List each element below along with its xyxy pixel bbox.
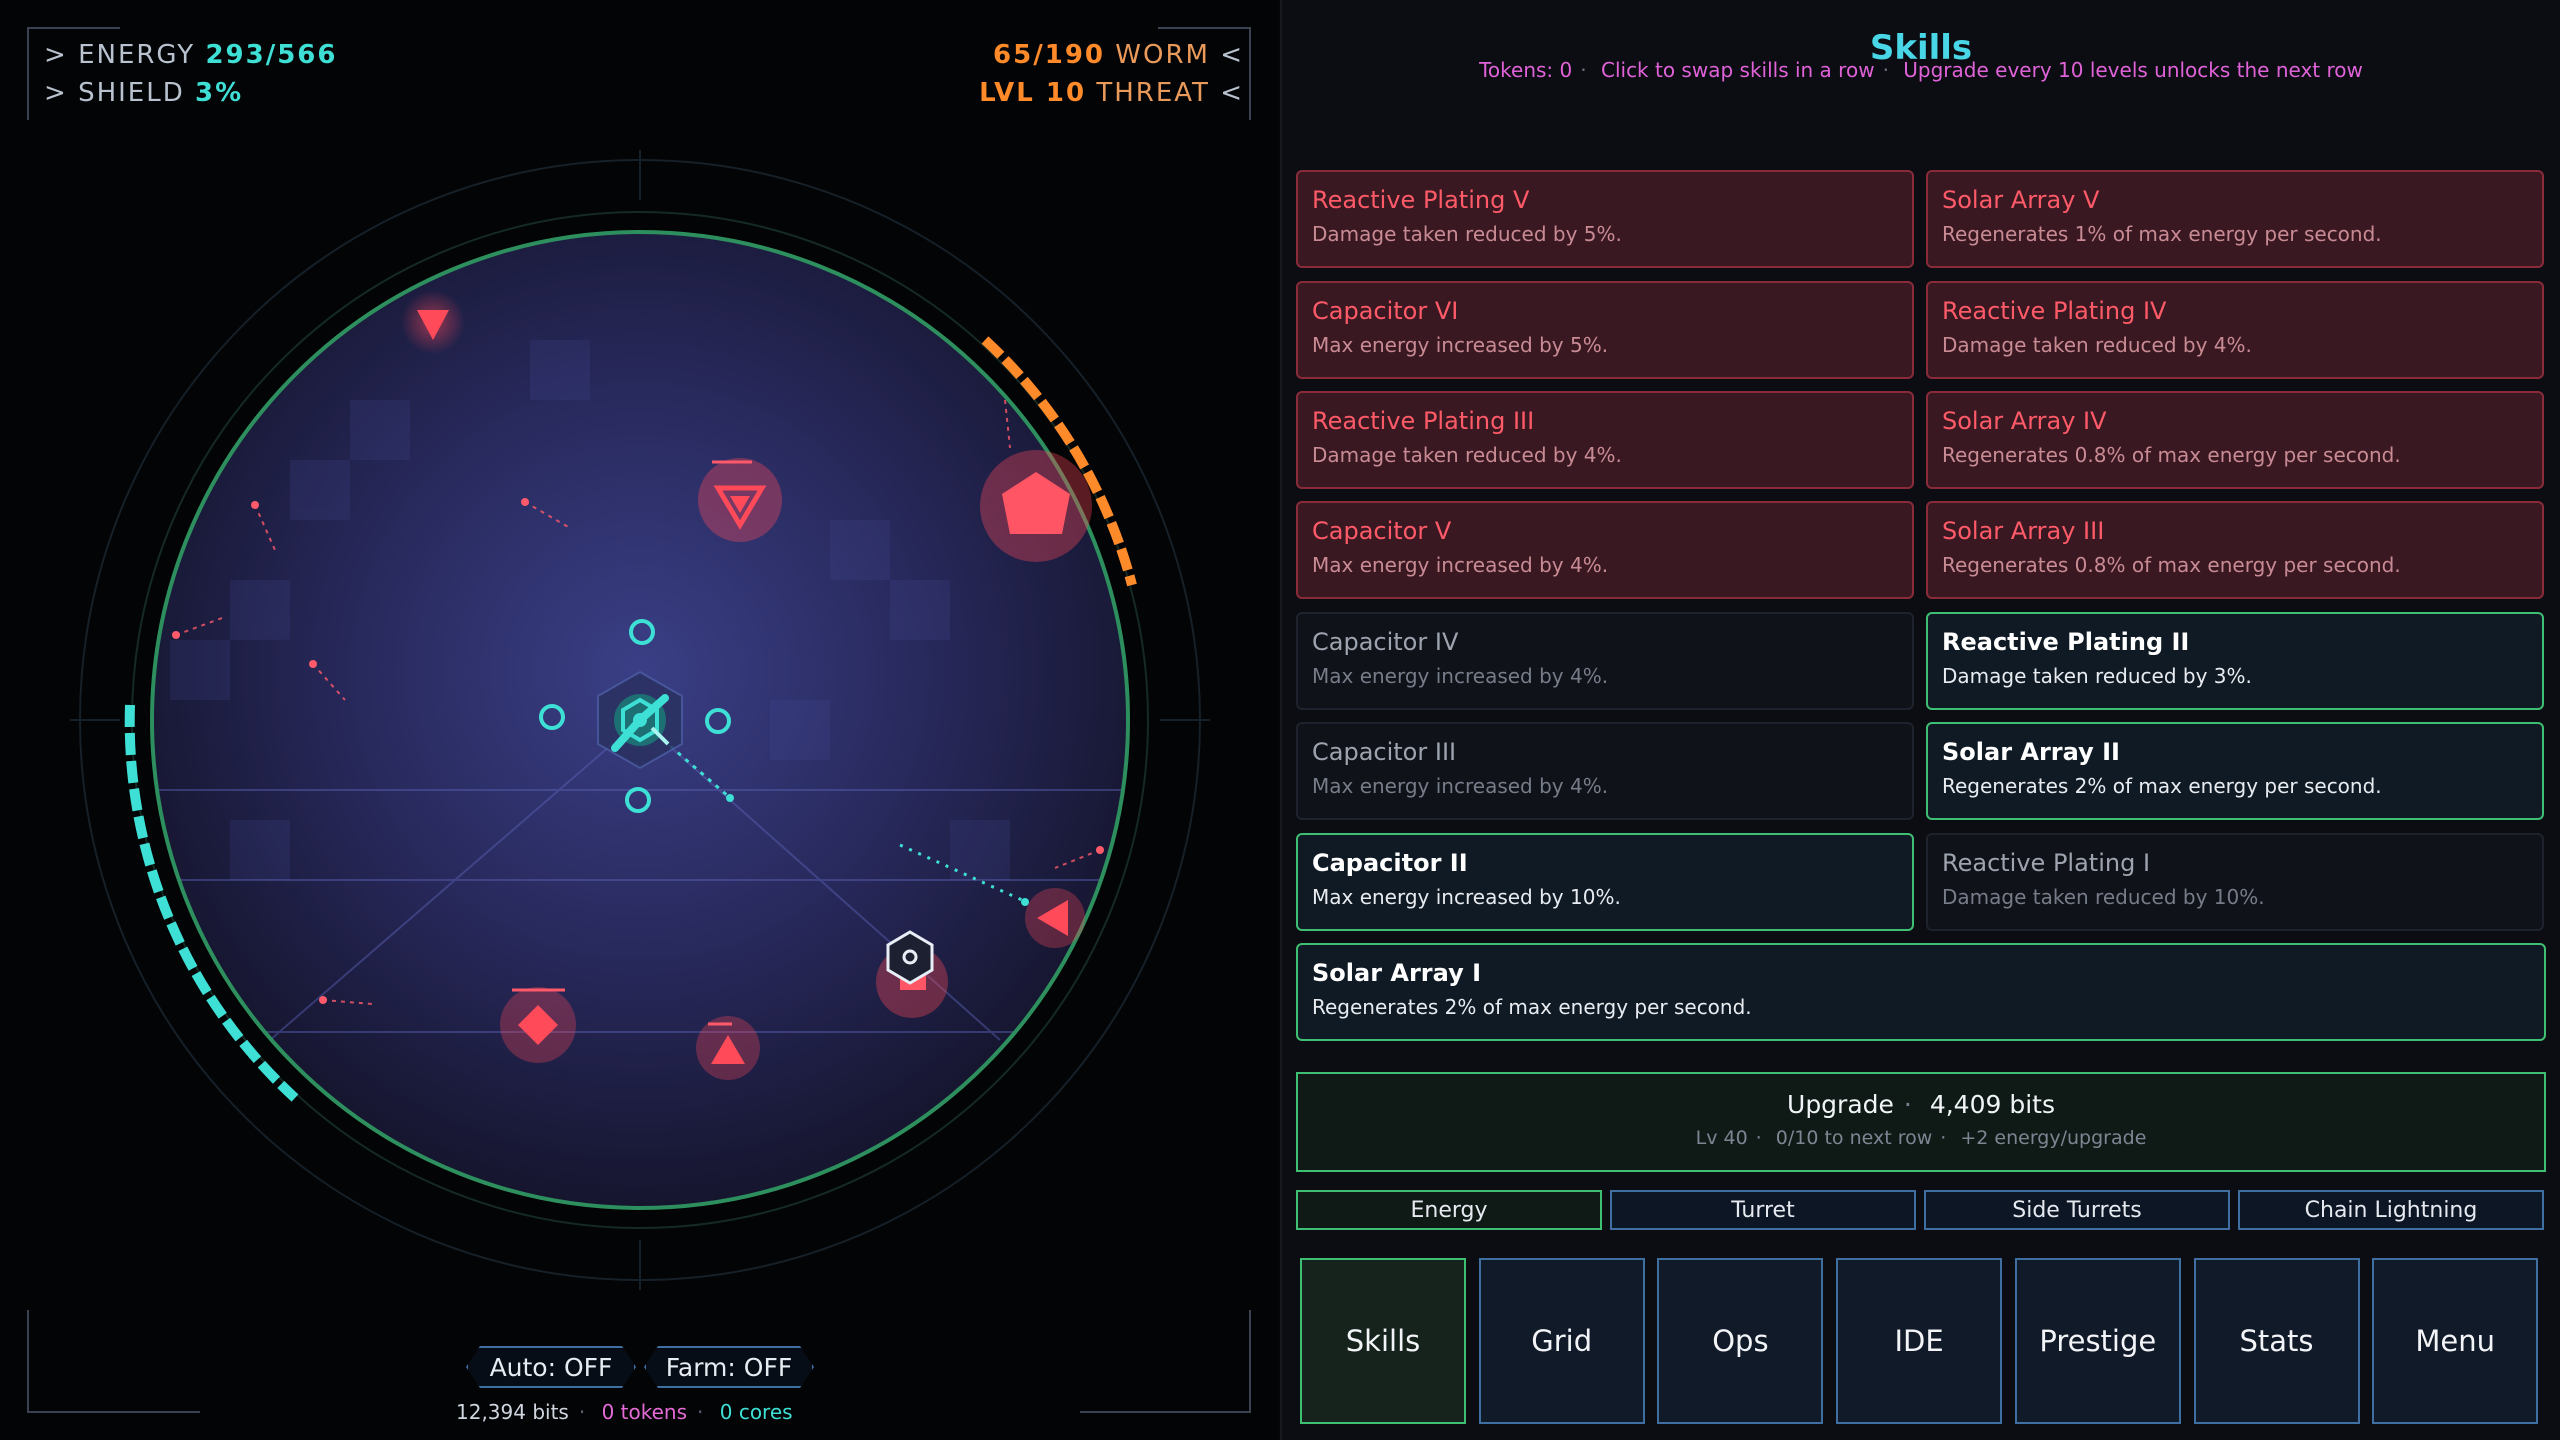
nav-skills-button[interactable]: Skills (1300, 1258, 1466, 1424)
skill-description: Regenerates 2% of max energy per second. (1312, 995, 1752, 1019)
skill-description: Max energy increased by 4%. (1312, 774, 1609, 798)
worm-readout: 65/190 WORM < (993, 40, 1244, 70)
skill-description: Max energy increased by 5%. (1312, 333, 1609, 357)
skill-card[interactable]: Solar Array IV Regenerates 0.8% of max en… (1926, 391, 2544, 489)
skill-card[interactable]: Reactive Plating V Damage taken reduced b… (1296, 170, 1914, 268)
game-viewport[interactable]: > ENERGY 293/566 > SHIELD 3% 65/190 WORM… (0, 0, 1278, 1440)
skill-name: Reactive Plating V (1312, 186, 1530, 214)
upgrade-label: Upgrade (1787, 1090, 1894, 1119)
shield-value: 3% (194, 78, 244, 108)
tokens-count: 0 tokens (601, 1400, 688, 1424)
threat-label: THREAT (1096, 78, 1210, 108)
enemy-triangle-icon (401, 290, 465, 354)
skill-card[interactable]: Solar Array III Regenerates 0.8% of max e… (1926, 501, 2544, 599)
skill-card[interactable]: Solar Array II Regenerates 2% of max ener… (1926, 722, 2544, 820)
skill-description: Damage taken reduced by 4%. (1942, 333, 2252, 357)
nav-menu-button[interactable]: Menu (2372, 1258, 2539, 1424)
skill-description: Max energy increased by 4%. (1312, 664, 1609, 688)
skill-name: Reactive Plating II (1942, 628, 2190, 656)
energy-label: ENERGY (78, 40, 196, 70)
skill-card[interactable]: Reactive Plating IV Damage taken reduced … (1926, 281, 2544, 379)
tab-turret[interactable]: Turret (1610, 1190, 1916, 1230)
worm-label: WORM (1115, 40, 1210, 70)
skill-name: Solar Array II (1942, 738, 2120, 766)
enemy-triangle-icon (1025, 888, 1085, 948)
shield-readout: > SHIELD 3% (44, 78, 244, 108)
skill-description: Damage taken reduced by 4%. (1312, 443, 1622, 467)
skill-name: Solar Array III (1942, 517, 2105, 545)
skill-name: Capacitor II (1312, 849, 1468, 877)
tab-chain-lightning[interactable]: Chain Lightning (2238, 1190, 2544, 1230)
skill-name: Solar Array IV (1942, 407, 2107, 435)
skill-card[interactable]: Capacitor V Max energy increased by 4%. (1296, 501, 1914, 599)
skill-card[interactable]: Reactive Plating III Damage taken reduced… (1296, 391, 1914, 489)
nav-stats-button[interactable]: Stats (2193, 1258, 2360, 1424)
tab-energy[interactable]: Energy (1296, 1190, 1602, 1230)
nav-grid-button[interactable]: Grid (1478, 1258, 1645, 1424)
skill-name: Solar Array V (1942, 186, 2100, 214)
skill-card[interactable]: Capacitor II Max energy increased by 10%. (1296, 833, 1914, 931)
skill-card[interactable]: Reactive Plating I Damage taken reduced b… (1926, 833, 2544, 931)
tab-side-turrets[interactable]: Side Turrets (1924, 1190, 2230, 1230)
farm-toggle-button[interactable]: Farm: OFF (644, 1346, 814, 1388)
nav-ops-button[interactable]: Ops (1657, 1258, 1824, 1424)
enemy-triangle-icon (696, 1016, 760, 1080)
level-value: LVL 10 (979, 78, 1087, 108)
skill-name: Reactive Plating III (1312, 407, 1535, 435)
skill-card[interactable]: Capacitor VI Max energy increased by 5%. (1296, 281, 1914, 379)
cores-count: 0 cores (719, 1400, 793, 1424)
upgrade-level: Lv 40 (1695, 1127, 1748, 1149)
enemy-pentagon-icon (980, 450, 1092, 562)
skill-name: Capacitor IV (1312, 628, 1459, 656)
upgrade-progress: 0/10 to next row (1775, 1127, 1933, 1149)
skill-card[interactable]: Solar Array V Regenerates 1% of max energ… (1926, 170, 2544, 268)
upgrade-button[interactable]: Upgrade · 4,409 bits Lv 40 · 0/10 to next … (1296, 1072, 2546, 1172)
skill-name: Capacitor VI (1312, 297, 1459, 325)
skill-description: Regenerates 0.8% of max energy per secon… (1942, 553, 2401, 577)
skill-description: Damage taken reduced by 5%. (1312, 222, 1622, 246)
skill-name: Reactive Plating IV (1942, 297, 2167, 325)
tokens-available: Tokens: 0 (1479, 58, 1573, 82)
skill-description: Max energy increased by 4%. (1312, 553, 1609, 577)
skill-card[interactable]: Solar Array I Regenerates 2% of max energ… (1296, 943, 2546, 1041)
skill-description: Damage taken reduced by 3%. (1942, 664, 2252, 688)
upgrade-bonus: +2 energy/upgrade (1960, 1127, 2147, 1149)
skill-card[interactable]: Capacitor III Max energy increased by 4%. (1296, 722, 1914, 820)
skill-name: Capacitor III (1312, 738, 1457, 766)
energy-readout: > ENERGY 293/566 (44, 40, 338, 70)
resource-summary: 12,394 bits · 0 tokens · 0 cores (456, 1400, 793, 1424)
shield-label: SHIELD (78, 78, 185, 108)
enemy-triangle-icon (698, 458, 782, 542)
nav-prestige-button[interactable]: Prestige (2014, 1258, 2181, 1424)
worm-value: 65/190 (993, 40, 1105, 70)
unlock-hint: Upgrade every 10 levels unlocks the next… (1903, 58, 2363, 82)
energy-value: 293/566 (205, 40, 338, 70)
skill-description: Regenerates 0.8% of max energy per secon… (1942, 443, 2401, 467)
skill-name: Capacitor V (1312, 517, 1452, 545)
upgrade-cost: 4,409 bits (1929, 1090, 2055, 1119)
nav-ide-button[interactable]: IDE (1836, 1258, 2003, 1424)
auto-toggle-button[interactable]: Auto: OFF (466, 1346, 636, 1388)
skill-card[interactable]: Capacitor IV Max energy increased by 4%. (1296, 612, 1914, 710)
skill-card[interactable]: Reactive Plating II Damage taken reduced … (1926, 612, 2544, 710)
bits-count: 12,394 bits (456, 1400, 569, 1424)
skill-description: Max energy increased by 10%. (1312, 885, 1621, 909)
skill-name: Reactive Plating I (1942, 849, 2151, 877)
skill-name: Solar Array I (1312, 959, 1482, 987)
skill-description: Damage taken reduced by 10%. (1942, 885, 2265, 909)
skill-description: Regenerates 1% of max energy per second. (1942, 222, 2382, 246)
swap-hint: Click to swap skills in a row (1600, 58, 1875, 82)
enemy-diamond-icon (500, 987, 576, 1063)
arena-canvas[interactable] (0, 0, 1278, 1440)
panel-subtitle: Tokens: 0 · Click to swap skills in a row… (1479, 58, 2363, 82)
skill-description: Regenerates 2% of max energy per second. (1942, 774, 2382, 798)
threat-readout: LVL 10 THREAT < (979, 78, 1244, 108)
